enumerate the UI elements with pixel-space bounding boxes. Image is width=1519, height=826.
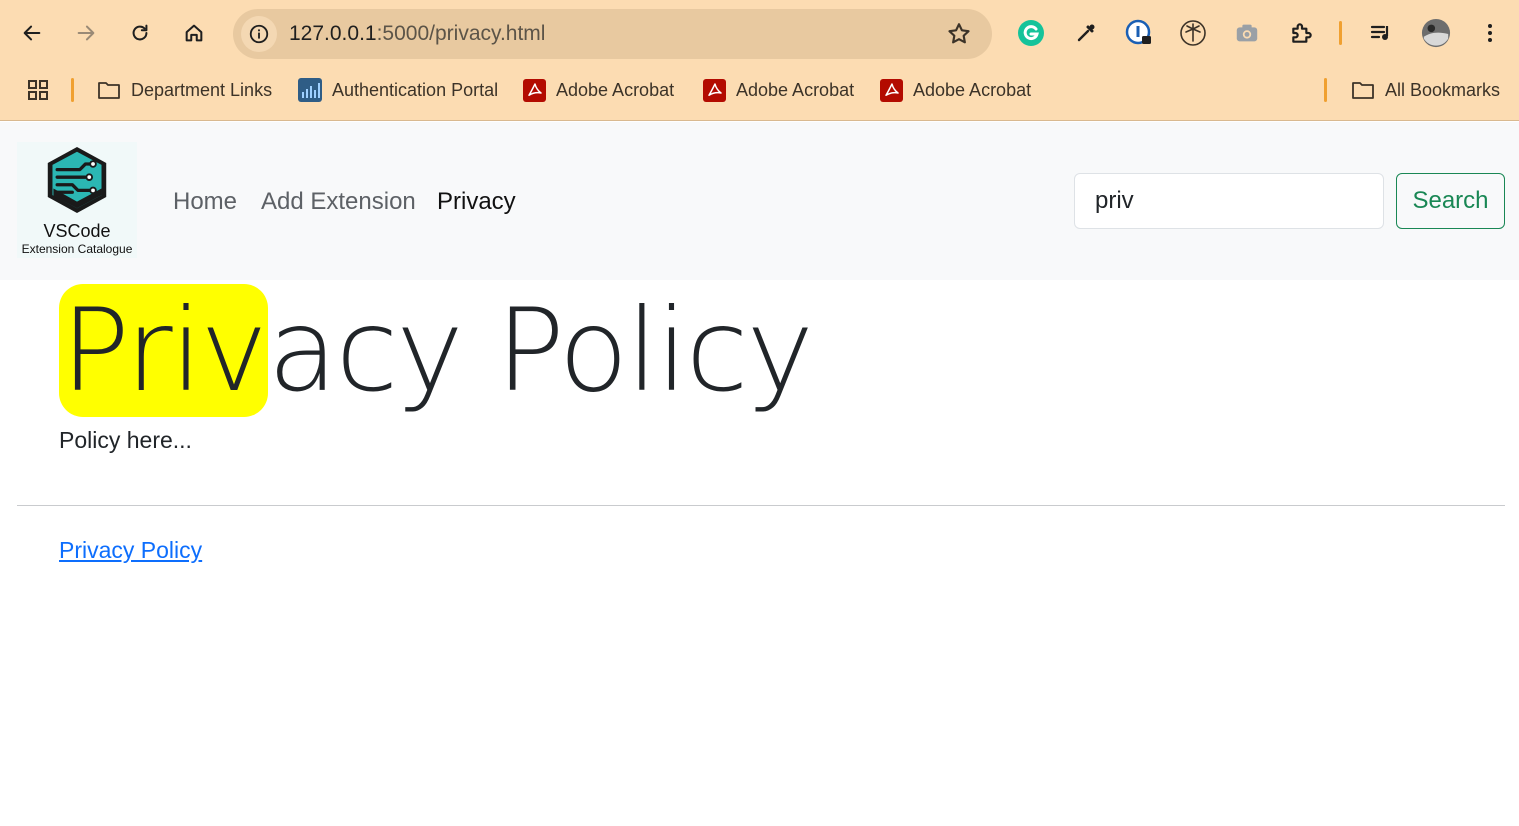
- all-bookmarks-button[interactable]: All Bookmarks: [1351, 75, 1500, 105]
- forward-button[interactable]: [68, 15, 104, 51]
- reload-button[interactable]: [122, 15, 158, 51]
- logo-subtitle: Extension Catalogue: [21, 242, 133, 256]
- bookmarks-divider: [1324, 78, 1327, 102]
- search-button[interactable]: Search: [1396, 173, 1505, 229]
- browser-toolbar: 127.0.0.1:5000/privacy.html: [0, 0, 1519, 66]
- logo-hexagon-icon: [47, 147, 107, 213]
- portal-icon: [298, 78, 322, 102]
- url-host: 127.0.0.1: [289, 22, 377, 45]
- bookmarks-divider: [71, 78, 74, 102]
- acrobat-icon: [880, 78, 903, 102]
- bookmark-label: Department Links: [131, 79, 273, 100]
- extensions-puzzle-icon[interactable]: [1286, 17, 1318, 49]
- search-input[interactable]: [1074, 173, 1384, 229]
- bookmarks-bar: Department Links Authentication Portal A…: [0, 70, 1519, 110]
- nav-home[interactable]: Home: [173, 188, 237, 216]
- bookmark-adobe-acrobat-1[interactable]: Adobe Acrobat: [523, 75, 674, 105]
- forward-arrow-icon: [77, 25, 95, 41]
- reload-icon: [132, 24, 148, 41]
- folder-icon: [97, 78, 121, 102]
- bookmark-adobe-acrobat-2[interactable]: Adobe Acrobat: [703, 75, 854, 105]
- back-arrow-icon: [23, 25, 41, 41]
- url-path: :5000/privacy.html: [376, 22, 546, 45]
- camera-icon[interactable]: [1231, 17, 1263, 49]
- footer-privacy-link[interactable]: Privacy Policy: [59, 537, 202, 564]
- url-text[interactable]: 127.0.0.1:5000/privacy.html: [289, 22, 545, 46]
- bookmark-department-links[interactable]: Department Links: [97, 75, 272, 105]
- browser-chrome: 127.0.0.1:5000/privacy.html Department L…: [0, 0, 1519, 121]
- bookmark-label: Authentication Portal: [332, 79, 499, 100]
- password-manager-icon[interactable]: [1123, 17, 1155, 49]
- bookmark-star-icon[interactable]: [946, 21, 972, 47]
- acrobat-icon: [703, 78, 726, 102]
- back-button[interactable]: [14, 15, 50, 51]
- bookmark-adobe-acrobat-3[interactable]: Adobe Acrobat: [880, 75, 1031, 105]
- apps-grid-icon: [26, 78, 50, 102]
- acrobat-icon: [523, 78, 546, 102]
- bookmark-label: Adobe Acrobat: [556, 79, 675, 100]
- bookmark-label: Adobe Acrobat: [913, 79, 1032, 100]
- profile-avatar[interactable]: [1420, 17, 1452, 49]
- home-button[interactable]: [176, 15, 212, 51]
- bookmark-label: Adobe Acrobat: [736, 79, 855, 100]
- page-title: Privacy Policy: [59, 284, 814, 417]
- home-icon: [185, 24, 203, 42]
- site-navbar: VSCode Extension Catalogue Home Add Exte…: [0, 122, 1519, 280]
- bookmark-authentication-portal[interactable]: Authentication Portal: [298, 75, 498, 105]
- media-queue-icon[interactable]: [1365, 17, 1397, 49]
- all-bookmarks-label: All Bookmarks: [1385, 79, 1501, 100]
- site-logo[interactable]: VSCode Extension Catalogue: [17, 142, 137, 258]
- nav-privacy[interactable]: Privacy: [437, 188, 516, 216]
- site-info-icon[interactable]: [241, 16, 277, 52]
- page-title-rest: acy Policy: [267, 284, 814, 417]
- folder-icon: [1351, 78, 1375, 102]
- footer-divider: [17, 505, 1505, 506]
- apps-button[interactable]: [26, 75, 50, 105]
- search-highlight: Priv: [59, 284, 268, 417]
- policy-body: Policy here...: [59, 427, 192, 453]
- nav-add-extension[interactable]: Add Extension: [261, 188, 416, 216]
- palm-extension-icon[interactable]: [1177, 17, 1209, 49]
- eyedropper-icon[interactable]: [1070, 17, 1102, 49]
- grammarly-icon[interactable]: [1015, 17, 1047, 49]
- address-bar[interactable]: 127.0.0.1:5000/privacy.html: [233, 9, 992, 59]
- toolbar-divider: [1339, 21, 1342, 45]
- browser-menu-icon[interactable]: [1474, 17, 1506, 49]
- logo-title: VSCode: [43, 221, 111, 241]
